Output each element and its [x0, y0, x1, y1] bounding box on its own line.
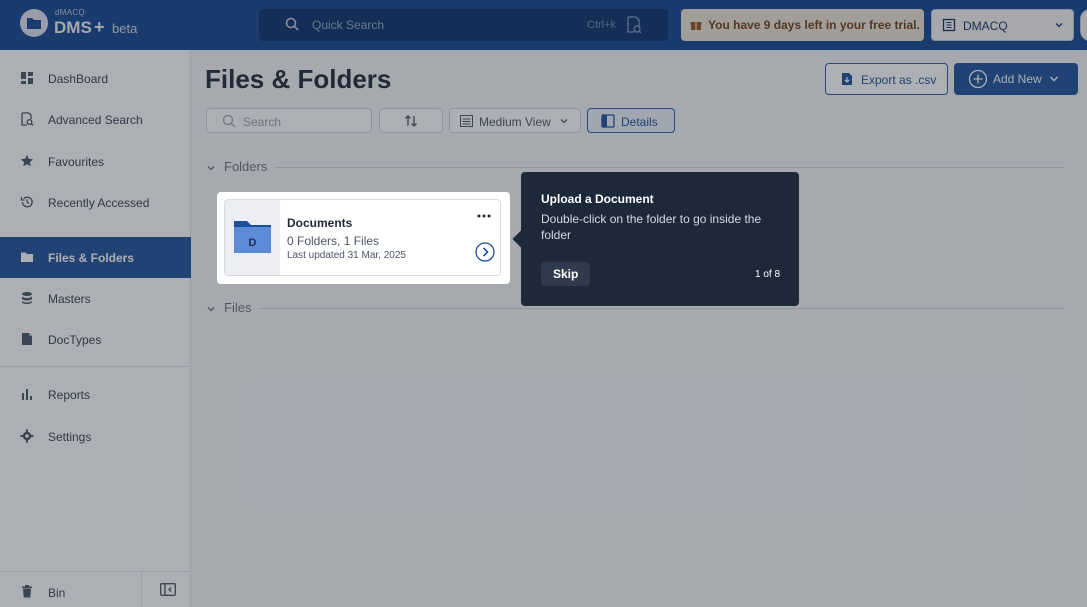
- sidebar-item-doctypes[interactable]: DocTypes: [0, 319, 191, 360]
- brand-name: DMS: [54, 18, 92, 37]
- list-view-icon: [460, 115, 473, 127]
- chevron-down-icon: [207, 166, 215, 171]
- details-label: Details: [621, 115, 658, 129]
- building-icon: [942, 18, 956, 32]
- files-section-label: Files: [224, 300, 252, 315]
- sidebar-item-label: Files & Folders: [48, 251, 135, 265]
- sidebar-item-label: Advanced Search: [48, 113, 143, 127]
- sidebar-item-label: Settings: [48, 430, 92, 444]
- organization-name: DMACQ: [963, 19, 1008, 33]
- sidebar-item-files-folders[interactable]: Files & Folders: [0, 237, 191, 278]
- tour-body: Double-click on the folder to go inside …: [541, 212, 762, 242]
- database-icon: [22, 292, 32, 304]
- sidebar-item-masters[interactable]: Masters: [0, 278, 191, 319]
- search-icon: [222, 114, 236, 128]
- brand-beta-tag: beta: [112, 21, 138, 36]
- add-new-button[interactable]: Add New: [954, 63, 1078, 95]
- organization-selector[interactable]: DMACQ: [931, 9, 1074, 41]
- sidebar-item-label: Masters: [48, 292, 91, 306]
- document-search-icon[interactable]: [626, 16, 642, 34]
- details-panel-icon: [601, 114, 615, 128]
- sidebar-divider: [0, 366, 191, 367]
- download-file-icon: [842, 73, 852, 85]
- star-icon: [21, 155, 33, 167]
- chevron-down-icon: [1049, 76, 1059, 82]
- sidebar-collapse-icon: [160, 583, 176, 596]
- trial-banner[interactable]: You have 9 days left in your free trial.: [681, 9, 924, 41]
- top-bar: dMACQ DMS + beta Quick Search Ctrl+k You…: [0, 0, 1087, 50]
- sidebar-item-dashboard[interactable]: DashBoard: [0, 58, 191, 99]
- add-new-label: Add New: [993, 72, 1042, 86]
- sidebar-item-advanced-search[interactable]: Advanced Search: [0, 99, 191, 140]
- folder-thumbnail: D: [225, 200, 280, 275]
- quick-search-input[interactable]: Quick Search Ctrl+k: [259, 9, 668, 41]
- trial-message: You have 9 days left in your free trial.: [708, 18, 920, 32]
- sort-button[interactable]: [379, 108, 443, 133]
- export-csv-label: Export as .csv: [861, 73, 937, 87]
- sidebar-item-label: DashBoard: [48, 72, 109, 86]
- open-folder-arrow-icon[interactable]: [475, 242, 495, 262]
- sidebar-item-label: DocTypes: [48, 333, 102, 347]
- tooltip-arrow: [512, 230, 530, 248]
- details-toggle-button[interactable]: Details: [587, 108, 675, 133]
- sort-icon: [405, 115, 417, 127]
- chevron-down-icon: [207, 307, 215, 312]
- view-mode-label: Medium View: [479, 115, 551, 129]
- section-divider: [275, 167, 1064, 168]
- history-icon: [20, 196, 33, 208]
- section-divider: [258, 308, 1064, 309]
- sidebar-item-bin[interactable]: Bin: [0, 571, 191, 607]
- folder-logo-icon: [27, 18, 41, 29]
- gift-icon: [690, 22, 702, 30]
- doctype-icon: [22, 333, 32, 345]
- sidebar-item-label: Reports: [48, 388, 91, 402]
- app-logo[interactable]: [20, 9, 48, 37]
- sidebar-item-label: Recently Accessed: [48, 196, 150, 210]
- chevron-down-icon: [560, 119, 568, 124]
- page-title: Files & Folders: [205, 64, 392, 94]
- export-csv-button[interactable]: Export as .csv: [825, 63, 948, 95]
- sidebar: DashBoard Advanced Search Favourites Rec…: [0, 50, 191, 607]
- folder-icon: [21, 252, 33, 262]
- search-shortcut: Ctrl+k: [587, 19, 617, 31]
- sidebar-item-label: Bin: [48, 586, 66, 600]
- tour-backdrop: [191, 50, 1087, 607]
- sidebar-item-label: Favourites: [48, 155, 105, 169]
- dashboard-icon: [21, 72, 33, 84]
- sidebar-item-recently-accessed[interactable]: Recently Accessed: [0, 182, 191, 223]
- tour-skip-label: Skip: [553, 267, 579, 281]
- sidebar-item-favourites[interactable]: Favourites: [0, 141, 191, 182]
- folder-search-placeholder: Search: [243, 115, 282, 129]
- user-avatar[interactable]: [1080, 9, 1087, 41]
- quick-search-placeholder: Quick Search: [312, 18, 385, 32]
- advanced-search-icon: [21, 112, 34, 126]
- plus-circle-icon: [968, 69, 988, 89]
- folder-search-input[interactable]: Search: [206, 108, 372, 133]
- sidebar-item-settings[interactable]: Settings: [0, 416, 191, 457]
- bar-chart-icon: [22, 389, 32, 400]
- tour-skip-button[interactable]: Skip: [541, 262, 590, 286]
- folder-name: Documents: [287, 216, 353, 230]
- gear-icon: [20, 429, 34, 443]
- sidebar-item-reports[interactable]: Reports: [0, 374, 191, 415]
- folder-card[interactable]: D Documents 0 Folders, 1 Files Last upda…: [224, 199, 501, 276]
- brand-plus: +: [94, 17, 105, 37]
- tour-step-counter: 1 of 8: [755, 269, 781, 280]
- search-icon: [285, 17, 299, 31]
- folder-item-count: 0 Folders, 1 Files: [287, 234, 380, 248]
- trash-icon: [22, 585, 32, 598]
- folder-initial: D: [249, 237, 257, 249]
- folder-last-updated: Last updated 31 Mar, 2025: [287, 250, 406, 261]
- more-options-icon[interactable]: [477, 214, 491, 218]
- collapse-sidebar-button[interactable]: [141, 572, 191, 607]
- chevron-down-icon: [1055, 23, 1063, 28]
- folder-icon: D: [234, 221, 271, 253]
- folders-section-label: Folders: [224, 159, 268, 174]
- tour-title: Upload a Document: [541, 192, 654, 206]
- tour-tooltip: Upload a Document Double-click on the fo…: [512, 172, 799, 306]
- brand-company: dMACQ: [55, 8, 85, 17]
- view-mode-dropdown[interactable]: Medium View: [449, 108, 581, 133]
